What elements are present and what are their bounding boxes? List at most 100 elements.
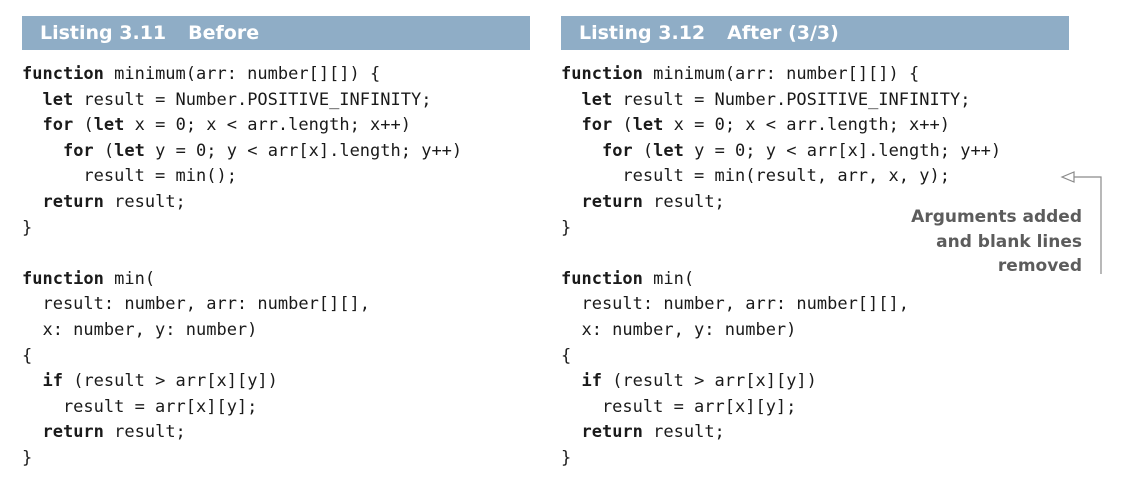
code-text: x: number, y: number) [561, 319, 797, 340]
code-text: x = 0; x < arr.length; x++) [124, 115, 411, 136]
code-keyword: let [42, 89, 74, 110]
code-keyword: function [22, 64, 104, 84]
code-line: let result = Number.POSITIVE_INFINITY; [22, 88, 530, 114]
code-text: y = 0; y < arr[x].length; y++) [683, 140, 1002, 161]
code-text: } [22, 217, 33, 238]
code-text: minimum(arr: number[][]) { [103, 64, 381, 84]
code-text: result; [103, 422, 186, 443]
code-line: for (let y = 0; y < arr[x].length; y++) [561, 139, 1069, 165]
code-text: { [22, 345, 33, 366]
code-line: result: number, arr: number[][], [22, 292, 530, 318]
code-text: x = 0; x < arr.length; x++) [663, 115, 950, 136]
code-text: minimum(arr: number[][]) { [642, 64, 920, 84]
code-text: } [561, 217, 572, 238]
code-line: if (result > arr[x][y]) [22, 369, 530, 395]
code-text: result = Number.POSITIVE_INFINITY; [73, 89, 432, 110]
listing-number: Listing 3.11 [40, 22, 167, 44]
callout-line: Arguments added [911, 207, 1082, 227]
code-keyword: let [632, 115, 664, 136]
code-text: result: number, arr: number[][], [561, 294, 909, 315]
code-line: for (let x = 0; x < arr.length; x++) [22, 113, 530, 139]
code-keyword: for [42, 115, 74, 136]
code-line: return result; [22, 190, 530, 216]
listing-title: Before [188, 22, 260, 44]
code-text: ( [73, 115, 94, 136]
code-line: result = min(); [22, 164, 530, 190]
code-line: function minimum(arr: number[][]) { [22, 62, 530, 88]
listing-header: Listing 3.11 Before [22, 16, 530, 50]
listing-number: Listing 3.12 [579, 22, 706, 44]
code-line: { [22, 344, 530, 370]
code-line: let result = Number.POSITIVE_INFINITY; [561, 88, 1069, 114]
listing-header: Listing 3.12 After (3/3) [561, 16, 1069, 50]
code-text: (result > arr[x][y]) [62, 371, 278, 392]
code-line: result = arr[x][y]; [561, 395, 1069, 421]
callout-annotation: Arguments added and blank lines removed [911, 205, 1082, 279]
code-text: result = arr[x][y]; [22, 396, 258, 417]
code-line: } [22, 216, 530, 242]
listing-before: Listing 3.11 Before function minimum(arr:… [22, 16, 530, 472]
code-keyword: for [62, 140, 94, 161]
code-keyword: for [581, 115, 613, 136]
code-keyword: let [114, 140, 145, 161]
code-keyword: function [561, 64, 643, 84]
code-block: function minimum(arr: number[][]) { let … [22, 62, 530, 472]
code-text: y = 0; y < arr[x].length; y++) [144, 140, 463, 161]
code-text: ( [632, 140, 654, 161]
code-line: function min( [22, 267, 530, 293]
code-keyword: let [581, 89, 613, 110]
code-text: result = min(result, arr, x, y); [561, 166, 950, 187]
code-keyword: return [42, 422, 104, 443]
code-line: result = arr[x][y]; [22, 395, 530, 421]
code-line: return result; [22, 420, 530, 446]
code-line: result = min(result, arr, x, y); [561, 164, 1069, 190]
code-keyword: function [22, 268, 104, 289]
code-text: (result > arr[x][y]) [601, 371, 817, 392]
code-text: result; [103, 191, 186, 212]
code-line: } [22, 446, 530, 472]
code-text: result = arr[x][y]; [561, 396, 797, 417]
code-keyword: let [93, 115, 125, 136]
code-text: result = Number.POSITIVE_INFINITY; [612, 89, 971, 110]
code-text: result: number, arr: number[][], [22, 294, 370, 315]
code-text: min( [103, 268, 156, 289]
callout-line: removed [997, 256, 1082, 276]
code-line: { [561, 344, 1069, 370]
code-keyword: let [653, 140, 684, 161]
code-line: x: number, y: number) [561, 318, 1069, 344]
code-line: if (result > arr[x][y]) [561, 369, 1069, 395]
code-line: for (let y = 0; y < arr[x].length; y++) [22, 139, 530, 165]
code-text: } [22, 447, 33, 468]
code-text: ( [612, 115, 633, 136]
code-text: } [561, 447, 572, 468]
code-keyword: return [42, 191, 104, 212]
code-keyword: if [581, 371, 602, 392]
code-keyword: if [42, 371, 63, 392]
code-text: x: number, y: number) [22, 319, 258, 340]
code-text: { [561, 345, 572, 366]
code-line: function minimum(arr: number[][]) { [561, 62, 1069, 88]
callout-line: and blank lines [936, 231, 1082, 252]
code-text: result; [642, 191, 725, 212]
code-line: for (let x = 0; x < arr.length; x++) [561, 113, 1069, 139]
code-line: x: number, y: number) [22, 318, 530, 344]
code-text: min( [642, 268, 695, 289]
code-text: result; [642, 422, 725, 443]
code-keyword: for [601, 140, 633, 161]
code-text: result = min(); [22, 166, 237, 187]
code-line: result: number, arr: number[][], [561, 292, 1069, 318]
code-keyword: return [581, 191, 643, 212]
